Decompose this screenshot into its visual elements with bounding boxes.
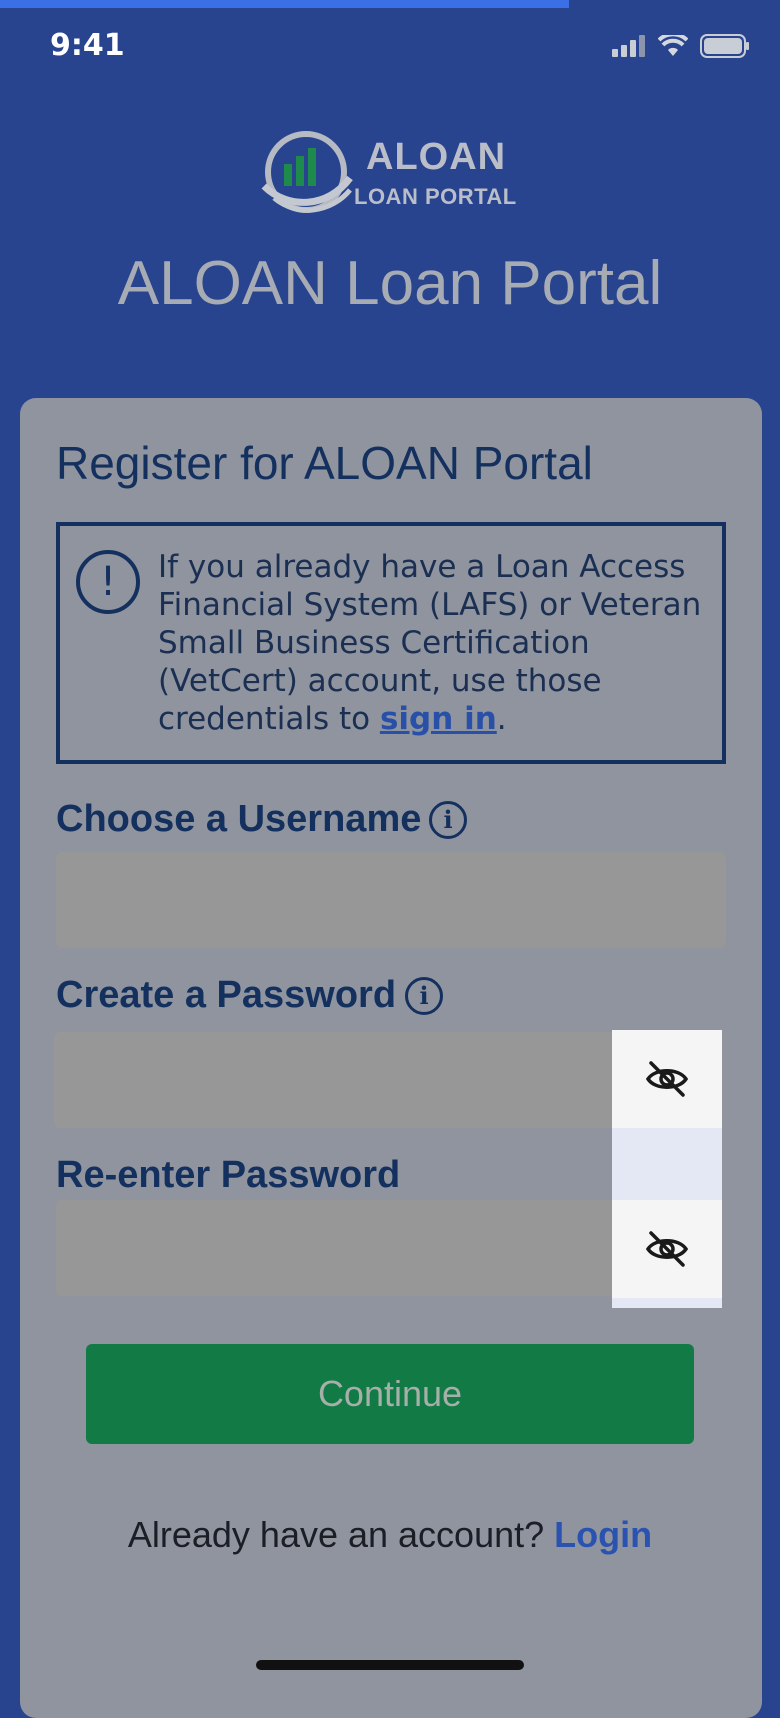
login-link[interactable]: Login — [554, 1514, 652, 1555]
username-label: Choose a Username — [56, 798, 422, 840]
username-info-icon[interactable]: i — [429, 801, 467, 839]
password-info-icon[interactable]: i — [405, 977, 443, 1015]
login-prompt-line: Already have an account? Login — [0, 1514, 780, 1556]
status-bar: 9:41 — [0, 0, 780, 96]
eye-slash-icon — [645, 1231, 689, 1267]
wifi-icon — [658, 35, 688, 56]
login-prompt: Already have an account? — [127, 1514, 545, 1555]
password-label: Create a Password — [56, 974, 397, 1016]
aloan-logo: ALOAN LOAN PORTAL — [258, 128, 528, 224]
logo-name: ALOAN — [366, 136, 507, 178]
cellular-signal-icon — [612, 35, 645, 57]
username-input[interactable] — [56, 852, 726, 948]
confirm-password-label: Re-enter Password — [56, 1154, 401, 1196]
status-time: 9:41 — [50, 28, 125, 63]
sign-in-link[interactable]: sign in — [380, 701, 497, 737]
confirm-password-visibility-toggle[interactable] — [612, 1200, 722, 1298]
password-visibility-toggle[interactable] — [612, 1030, 722, 1128]
logo-tagline: LOAN PORTAL — [354, 184, 517, 209]
alert-message: If you already have a Loan Access Financ… — [158, 548, 718, 738]
portal-title: ALOAN Loan Portal — [117, 249, 663, 318]
logo-emblem-icon — [261, 131, 353, 213]
status-icons — [612, 34, 750, 58]
home-indicator — [256, 1660, 524, 1670]
form-title: Register for ALOAN Portal — [56, 437, 593, 489]
exclamation-circle-icon: ! — [76, 550, 140, 614]
confirm-password-input[interactable] — [56, 1200, 614, 1296]
alert-text-after: . — [496, 701, 507, 737]
battery-icon — [700, 34, 749, 58]
continue-button[interactable]: Continue — [86, 1344, 694, 1444]
password-input[interactable] — [54, 1032, 614, 1128]
eye-slash-icon — [645, 1061, 689, 1097]
